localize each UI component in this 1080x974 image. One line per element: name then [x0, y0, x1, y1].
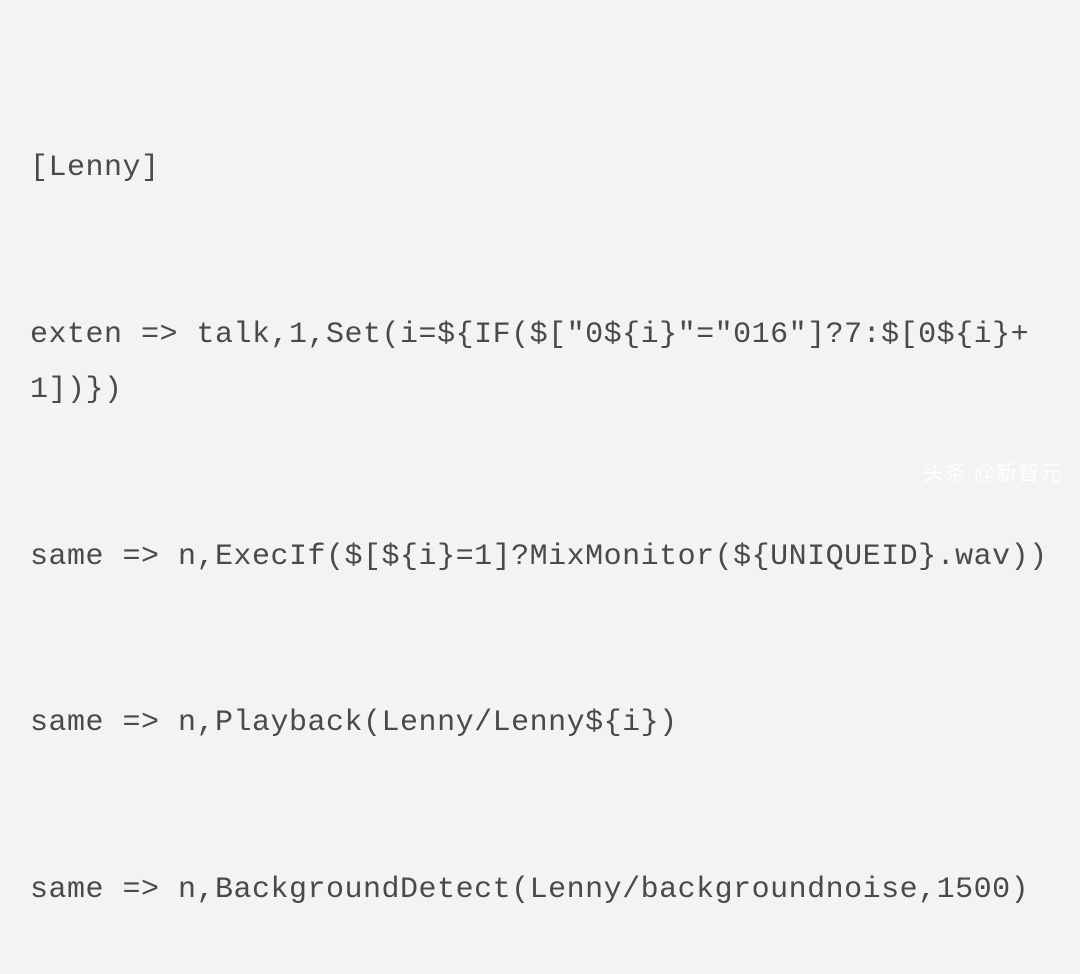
code-line-4: same => n,Playback(Lenny/Lenny${i}): [30, 696, 1050, 752]
code-line-3: same => n,ExecIf($[${i}=1]?MixMonitor(${…: [30, 530, 1050, 586]
code-snippet: [Lenny] exten => talk,1,Set(i=${IF($["0$…: [30, 30, 1050, 974]
code-line-5: same => n,BackgroundDetect(Lenny/backgro…: [30, 863, 1050, 919]
watermark-text: 头条 @新智元: [923, 455, 1062, 494]
code-line-2: exten => talk,1,Set(i=${IF($["0${i}"="01…: [30, 308, 1050, 419]
code-line-1: [Lenny]: [30, 141, 1050, 197]
